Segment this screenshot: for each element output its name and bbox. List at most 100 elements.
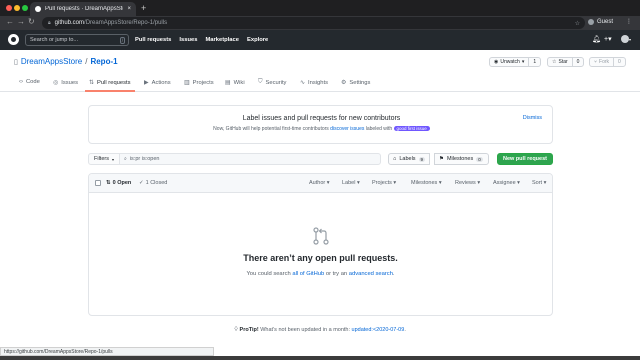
banner-title: Label issues and pull requests for new c… — [242, 115, 401, 122]
empty-text-before: You could search — [246, 271, 291, 277]
empty-text-after: . — [392, 271, 395, 277]
author-filter[interactable]: Author ▾ — [309, 180, 330, 186]
avatar[interactable]: ▾ — [621, 35, 631, 43]
lock-icon: 🔒︎ — [48, 20, 51, 26]
unwatch-button[interactable]: ◉ Unwatch ▾ 1 — [489, 57, 542, 67]
banner-text: Now, GitHub will help potential first-ti… — [89, 126, 554, 132]
star-label: Star — [558, 59, 568, 65]
open-filter-link[interactable]: ⇅ 0 Open — [106, 180, 131, 186]
tab-settings-label: Settings — [349, 79, 371, 86]
minimize-window-button[interactable] — [14, 5, 20, 11]
assignee-filter[interactable]: Assignee ▾ — [493, 180, 520, 186]
protip: 💡︎ ProTip! What’s not been updated in a … — [0, 327, 640, 334]
search-icon: ⌕ — [124, 156, 127, 162]
dismiss-button[interactable]: Dismiss — [523, 115, 542, 121]
watch-count[interactable]: 1 — [529, 59, 540, 65]
labels-label: Labels — [399, 156, 416, 162]
tab-security[interactable]: ⛉ Security — [258, 79, 286, 86]
fork-count[interactable]: 0 — [614, 59, 625, 65]
protip-text: What’s not been updated in a month: — [260, 327, 351, 333]
milestone-icon: ⚑ — [439, 156, 444, 162]
filters-dropdown[interactable]: Filters ▾ — [88, 153, 120, 165]
active-tab-underline — [85, 90, 135, 92]
protip-link[interactable]: updated:<2020-07-09 — [352, 327, 405, 333]
search-shortcut-key: / — [119, 37, 125, 44]
reviews-filter[interactable]: Reviews ▾ — [455, 180, 480, 186]
banner-text-before: Now, GitHub will help potential first-ti… — [213, 126, 329, 132]
nav-issues[interactable]: Issues — [179, 37, 197, 43]
tab-insights[interactable]: ∿ Insights — [300, 79, 329, 87]
nav-explore[interactable]: Explore — [247, 37, 268, 43]
issue-icon: ◎ — [53, 80, 59, 86]
list-header: ⇅ 0 Open ✓ 1 Closed Author ▾ Label ▾ Proje… — [89, 174, 552, 193]
github-header: Search or jump to... / Pull requests Iss… — [0, 30, 640, 50]
shield-icon: ⛉ — [258, 79, 263, 85]
filters-label: Filters — [94, 156, 109, 162]
discover-issues-link[interactable]: discover issues — [330, 126, 364, 132]
maximize-window-button[interactable] — [22, 5, 28, 11]
empty-text-middle: or try an — [325, 271, 348, 277]
bookmark-star-icon[interactable]: ☆ — [575, 20, 580, 27]
back-arrow-icon[interactable]: ← — [6, 17, 14, 26]
tab-close-icon[interactable]: × — [127, 6, 131, 12]
new-pull-request-button[interactable]: New pull request — [497, 153, 553, 165]
label-filter[interactable]: Label ▾ — [342, 180, 360, 186]
browser-tab[interactable]: Pull requests · DreamAppsStore... × — [30, 2, 136, 16]
url-host: github.com — [54, 20, 85, 26]
all-of-github-link[interactable]: all of GitHub — [292, 271, 324, 277]
plus-dropdown-icon[interactable]: +▾ — [604, 35, 612, 43]
sort-filter[interactable]: Sort ▾ — [532, 180, 546, 186]
graph-icon: ∿ — [300, 80, 306, 86]
tab-issues-label: Issues — [61, 79, 79, 86]
projects-filter[interactable]: Projects ▾ — [372, 180, 396, 186]
tab-code[interactable]: ‹› Code — [19, 79, 40, 85]
new-tab-button[interactable]: + — [141, 3, 146, 13]
repo-owner-link[interactable]: DreamAppsStore — [21, 57, 82, 66]
tab-pull-requests[interactable]: ⇅ Pull requests — [89, 79, 131, 87]
star-button[interactable]: ☆ Star 0 — [547, 57, 585, 67]
tab-projects-label: Projects — [192, 79, 214, 86]
star-count[interactable]: 0 — [573, 59, 584, 65]
good-first-issue-badge: good first issue — [393, 126, 430, 131]
nav-marketplace[interactable]: Marketplace — [205, 37, 239, 43]
search-input[interactable]: Search or jump to... / — [25, 34, 129, 46]
milestones-count: 0 — [476, 156, 483, 162]
play-icon: ▶ — [144, 80, 149, 86]
address-bar[interactable]: 🔒︎ github.com/DreamAppsStore/Repo-1/pull… — [42, 17, 585, 29]
milestones-button[interactable]: ⚑ Milestones 0 — [434, 153, 489, 165]
bell-icon[interactable]: 🔔︎ — [592, 35, 601, 43]
browser-menu-icon[interactable]: ⋮ — [626, 18, 632, 25]
filter-search-input[interactable]: ⌕ is:pr is:open — [119, 153, 381, 165]
tab-wiki[interactable]: ▤ Wiki — [225, 79, 245, 87]
header-nav: Pull requests Issues Marketplace Explore — [135, 37, 268, 43]
project-icon: ▥ — [184, 80, 190, 86]
tab-actions[interactable]: ▶ Actions — [144, 79, 171, 87]
tab-projects[interactable]: ▥ Projects — [184, 79, 214, 87]
repo-separator: / — [85, 57, 88, 66]
profile-button[interactable]: Guest ⋮ — [588, 18, 632, 25]
github-logo-icon[interactable] — [8, 34, 19, 45]
tab-issues[interactable]: ◎ Issues — [53, 79, 79, 87]
repo-title: ▯ DreamAppsStore / Repo-1 — [14, 57, 118, 66]
lightbulb-icon: 💡︎ — [234, 327, 238, 333]
closed-filter-link[interactable]: ✓ 1 Closed — [139, 180, 167, 186]
forward-arrow-icon[interactable]: → — [17, 17, 25, 26]
repo-name-link[interactable]: Repo-1 — [90, 57, 117, 66]
nav-pull-requests[interactable]: Pull requests — [135, 37, 171, 43]
pull-request-icon — [313, 227, 329, 245]
repo-icon: ▯ — [14, 58, 18, 66]
reload-icon[interactable]: ↻ — [28, 17, 35, 26]
select-all-checkbox[interactable] — [95, 180, 101, 186]
advanced-search-link[interactable]: advanced search — [349, 271, 393, 277]
protip-label: ProTip! — [239, 327, 259, 333]
close-window-button[interactable] — [6, 5, 12, 11]
tab-insights-label: Insights — [308, 79, 329, 86]
milestones-filter[interactable]: Milestones ▾ — [411, 180, 442, 186]
status-bar-url: https://github.com/DreamAppsStore/Repo-1… — [0, 347, 214, 356]
check-icon: ✓ — [139, 180, 144, 186]
empty-state-title: There aren’t any open pull requests. — [243, 253, 398, 263]
labels-button[interactable]: ⌂ Labels 9 — [388, 153, 430, 165]
tag-icon: ⌂ — [393, 156, 397, 162]
fork-button[interactable]: ⑂ Fork 0 — [589, 57, 626, 67]
tab-settings[interactable]: ⚙ Settings — [341, 79, 371, 87]
